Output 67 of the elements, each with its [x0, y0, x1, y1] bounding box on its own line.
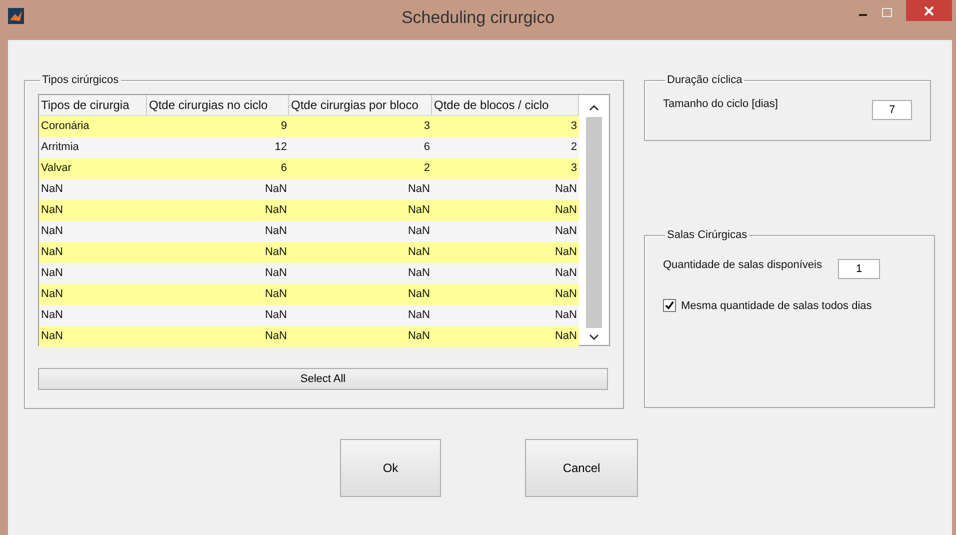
table-cell-text: NaN	[554, 308, 578, 323]
table-cell-text: 3	[570, 161, 578, 176]
panel-title: Duração cíclica	[666, 74, 744, 86]
table-cell-text: 2	[570, 140, 578, 155]
table-cell-text: NaN	[264, 245, 288, 260]
scrollbar-thumb[interactable]	[586, 117, 602, 328]
table-cell-text: NaN	[406, 308, 431, 323]
table-cell-text: 3	[570, 119, 578, 134]
table-cell-text: 6	[422, 140, 431, 155]
table-cell-text: NaN	[554, 224, 578, 239]
table-cell-text: NaN	[554, 329, 578, 344]
table-cell-text: NaN	[40, 182, 64, 197]
table-cell-text: 3	[422, 119, 431, 134]
column-header[interactable]: Tipos de cirurgia	[39, 95, 147, 115]
table-cell-text: NaN	[40, 224, 64, 239]
table-cell-text: NaN	[40, 266, 64, 281]
close-icon	[924, 6, 934, 16]
rooms-field[interactable]: 1	[838, 259, 880, 279]
column-header[interactable]: Qtde de blocos / ciclo	[432, 95, 579, 115]
app-icon	[8, 8, 24, 24]
table-cell-text: Valvar	[40, 161, 72, 176]
table-cell-text: NaN	[264, 287, 288, 302]
table-cell-text: NaN	[554, 287, 578, 302]
table-cell-text: 9	[280, 119, 288, 134]
select-all-button[interactable]: Select All	[38, 368, 608, 390]
table-cell-text: NaN	[40, 308, 64, 323]
table-cell-text: NaN	[406, 329, 431, 344]
table-cell-text: Arritmia	[40, 140, 80, 155]
checkbox-label: Mesma quantidade de salas todos dias	[681, 300, 872, 312]
panel-title: Salas Cirúrgicas	[666, 229, 748, 241]
dialog-button[interactable]: Ok	[340, 439, 441, 497]
table-cell-text: NaN	[40, 287, 64, 302]
cycle-size-label: Tamanho do ciclo [dias]	[663, 98, 778, 110]
table-cell-text: NaN	[554, 182, 578, 197]
table-cell-text: NaN	[40, 245, 64, 260]
table-cell-text: Coronária	[40, 119, 90, 134]
cycle-size-field[interactable]: 7	[872, 100, 912, 120]
column-header[interactable]: Qtde cirurgias por bloco	[289, 95, 432, 115]
table-cell-text: NaN	[40, 329, 64, 344]
table-cell-text: NaN	[406, 287, 431, 302]
table-cell-text: NaN	[406, 245, 431, 260]
table-cell-text: 12	[274, 140, 288, 155]
table-cell-text: NaN	[406, 203, 431, 218]
table-cell-text: NaN	[554, 245, 578, 260]
close-button[interactable]	[906, 0, 952, 21]
table-cell-text: NaN	[264, 203, 288, 218]
table-cell-text: NaN	[406, 182, 431, 197]
dialog-button[interactable]: Cancel	[525, 439, 638, 497]
table-cell-text: 6	[280, 161, 288, 176]
table-cell-text: NaN	[264, 182, 288, 197]
checkbox[interactable]	[663, 299, 676, 312]
table-cell-text: NaN	[40, 203, 64, 218]
table-cell-text: NaN	[264, 266, 288, 281]
scroll-up-icon[interactable]	[589, 105, 599, 111]
table-cell-text: NaN	[554, 203, 578, 218]
table-cell-text: NaN	[264, 224, 288, 239]
window-title: Scheduling cirurgico	[401, 8, 555, 28]
column-header[interactable]: Qtde cirurgias no ciclo	[147, 95, 289, 115]
table-cell-text: NaN	[264, 308, 288, 323]
scroll-down-icon[interactable]	[589, 334, 599, 340]
rooms-label: Quantidade de salas disponíveis	[663, 259, 822, 271]
table-cell-text: 2	[422, 161, 431, 176]
table-cell-text: NaN	[554, 266, 578, 281]
table-cell-text: NaN	[406, 266, 431, 281]
table-cell-text: NaN	[406, 224, 431, 239]
table-cell-text: NaN	[264, 329, 288, 344]
panel-title: Tipos cirúrgicos	[41, 74, 120, 86]
